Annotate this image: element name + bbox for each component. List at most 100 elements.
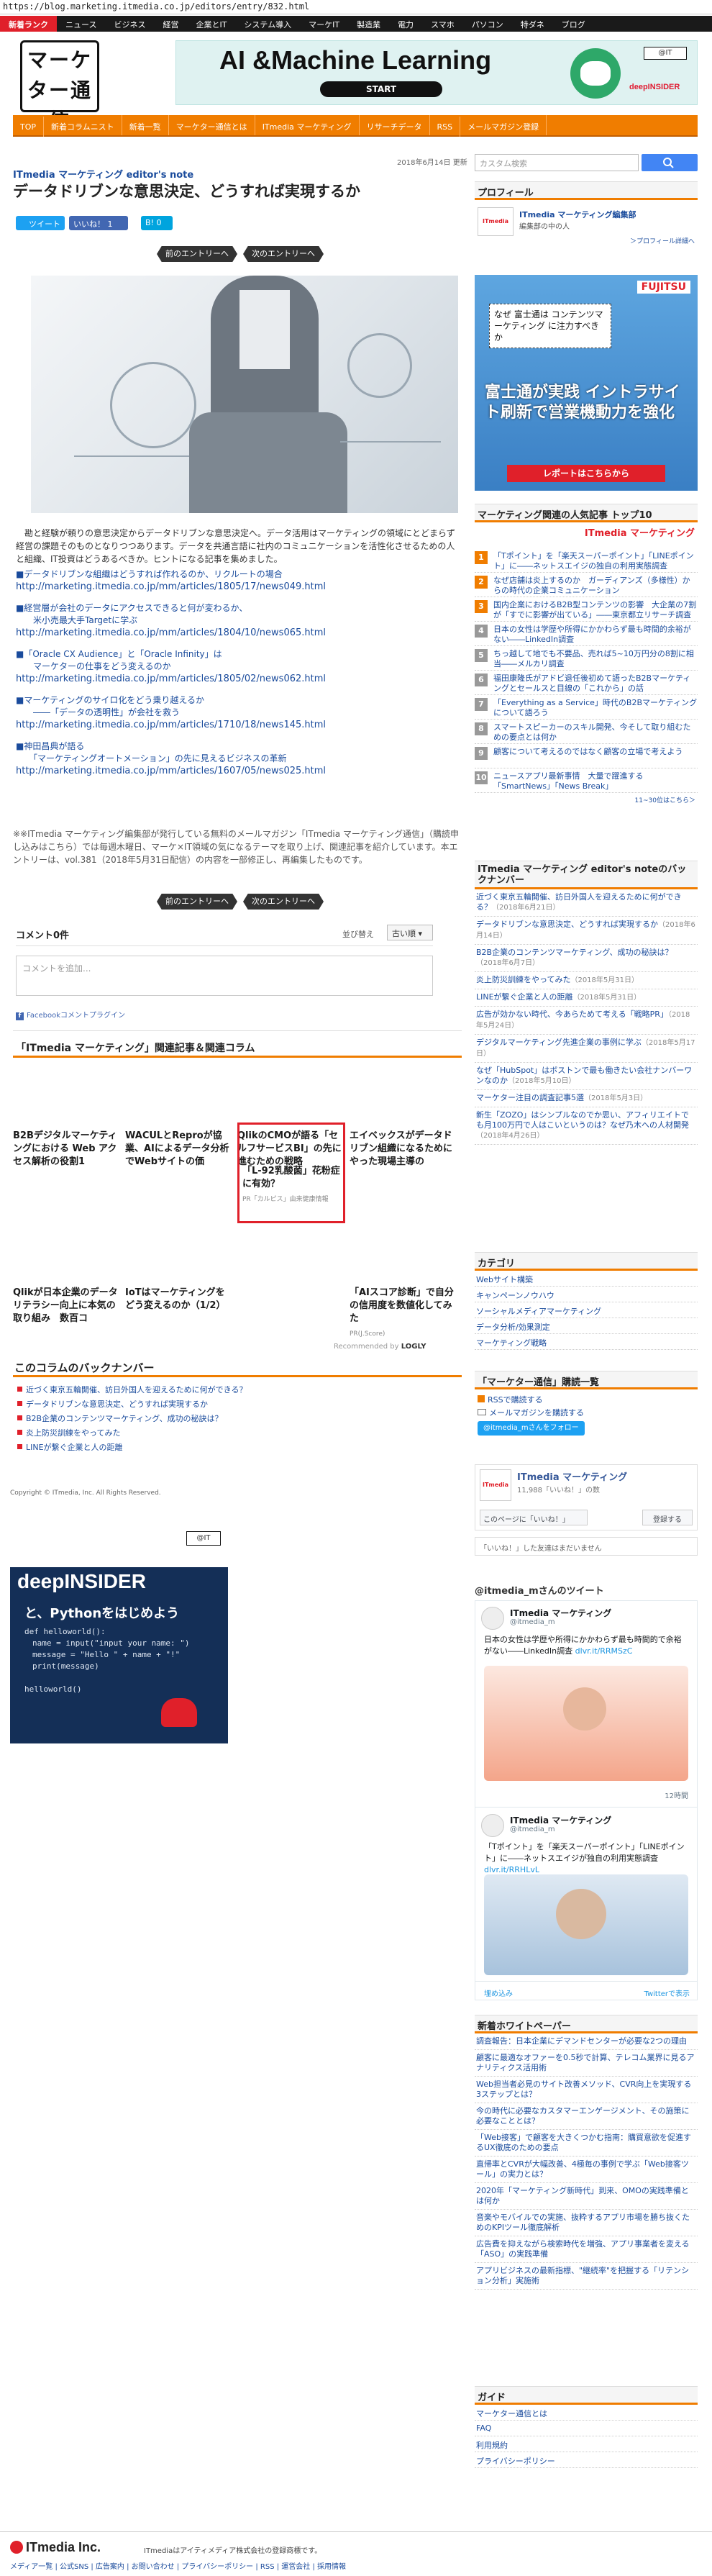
- guide-item[interactable]: FAQ: [475, 2421, 698, 2436]
- top-nav-item[interactable]: 新着ランク: [0, 16, 57, 32]
- sidebar-backnumber-item[interactable]: 近づく東京五輪開催、訪日外国人を迎えるために何ができる？（2018年6月21日）: [475, 889, 698, 917]
- top-nav-item[interactable]: ブログ: [553, 16, 594, 32]
- rss-link[interactable]: RSSで購読する: [478, 1394, 695, 1407]
- search-button[interactable]: [642, 154, 698, 171]
- main-nav-item[interactable]: TOP: [13, 117, 45, 137]
- article-link-url[interactable]: http://marketing.itmedia.co.jp/mm/articl…: [16, 719, 462, 732]
- sidebar-backnumber-item[interactable]: 広告が効かない時代、今あらためて考える「戦略PR」（2018年5月24日）: [475, 1007, 698, 1035]
- related-card[interactable]: Qlikが日本企業のデータリテラシー向上に本気の取り組み 数百コ: [13, 1287, 121, 1366]
- column-breadcrumb[interactable]: ITmedia マーケティング editor's note: [13, 167, 193, 181]
- tweet-button[interactable]: ツイート: [16, 216, 65, 230]
- related-card[interactable]: 「L-92乳酸菌」花粉症に有効？ PR「カルピス」由来健康情報: [237, 1123, 345, 1223]
- banner-ad[interactable]: AI &Machine Learning START @IT deepINSID…: [175, 40, 698, 105]
- whitepaper-item[interactable]: 広告費を抑えながら検索時代を増強、アプリ事業者を変える「ASO」の実践準備: [475, 2236, 698, 2263]
- ranking-more-link[interactable]: 11~30位はこちら＞: [475, 793, 698, 807]
- whitepaper-item[interactable]: アプリビジネスの最新指標、"継続率"を把握する「リテンション分析」実施術: [475, 2263, 698, 2290]
- category-item[interactable]: キャンペーンノウハウ: [475, 1287, 698, 1302]
- guide-item[interactable]: プライバシーポリシー: [475, 2452, 698, 2468]
- comment-input[interactable]: コメントを追加...: [16, 956, 433, 996]
- ranking-item[interactable]: 10 ニュースアプリ最新事情 大量で躍進する「SmartNews」「News Br…: [475, 768, 698, 793]
- facebook-plugin-label[interactable]: f Facebookコメントプラグイン: [16, 1009, 125, 1020]
- banner-start-button[interactable]: START: [320, 81, 442, 97]
- sidebar-backnumber-item[interactable]: LINEが繋ぐ企業と人の距離（2018年5月31日）: [475, 989, 698, 1007]
- fujitsu-ad[interactable]: FUJITSU なぜ 富士通は コンテンツマーケティング に注力すべきか 富士通…: [475, 275, 698, 491]
- tweet-time[interactable]: 12時間: [665, 1790, 688, 1800]
- sidebar-backnumber-item[interactable]: デジタルマーケティング先進企業の事例に学ぶ（2018年5月17日）: [475, 1035, 698, 1063]
- next-entry-button[interactable]: 次のエントリーへ: [243, 246, 324, 262]
- guide-item[interactable]: 利用規約: [475, 2436, 698, 2452]
- top-nav-item[interactable]: パソコン: [463, 16, 512, 32]
- ranking-item[interactable]: 6 福田康隆氏がアドビ退任後初めて語ったB2Bマーケティングとセールスと目線の「こ…: [475, 671, 698, 695]
- category-item[interactable]: データ分析/効果測定: [475, 1318, 698, 1334]
- top-nav-item[interactable]: マーケIT: [300, 16, 348, 32]
- guide-item[interactable]: マーケター通信とは: [475, 2405, 698, 2421]
- top-nav-item[interactable]: 企業とIT: [187, 16, 235, 32]
- main-nav-item[interactable]: リサーチデータ: [360, 115, 430, 135]
- top-nav-item[interactable]: スマホ: [422, 16, 463, 32]
- tweet-link[interactable]: dlvr.it/RRMSzC: [575, 1646, 633, 1656]
- ranking-item[interactable]: 3 国内企業におけるB2B型コンテンツの影響 大企業の7割が「すでに影響が出ている…: [475, 597, 698, 622]
- hatena-bookmark-button[interactable]: B! 0: [141, 216, 173, 230]
- tweet-view-link[interactable]: Twitterで表示: [644, 1987, 690, 1998]
- related-card[interactable]: エイベックスがデータドリブン組織になるためにやった現場主導の: [350, 1130, 457, 1192]
- main-nav-item[interactable]: 新着コラムニスト: [44, 115, 122, 135]
- related-card[interactable]: B2Bデジタルマーケティングにおける Web アクセス解析の役割1: [13, 1130, 121, 1192]
- ranking-item[interactable]: 5 ちっ越して地でも不要品、売れば5~10万円分の8割に相当――メルカリ調査: [475, 646, 698, 671]
- whitepaper-item[interactable]: 直帰率とCVRが大幅改善、4極毎の事例で学ぶ「Web接客ツール」の実力とは？: [475, 2157, 698, 2183]
- category-item[interactable]: ソーシャルメディアマーケティング: [475, 1302, 698, 1318]
- article-link-url[interactable]: http://marketing.itmedia.co.jp/mm/articl…: [16, 765, 462, 778]
- logly-logo[interactable]: LOGLY: [401, 1343, 426, 1351]
- article-link-url[interactable]: http://marketing.itmedia.co.jp/mm/articl…: [16, 581, 462, 594]
- site-logo[interactable]: マーケター通信: [20, 40, 99, 132]
- sidebar-backnumber-item[interactable]: 炎上防災訓練をやってみた（2018年5月31日）: [475, 972, 698, 989]
- tweet-embed-link[interactable]: 埋め込み: [484, 1987, 513, 1998]
- category-item[interactable]: Webサイト構築: [475, 1271, 698, 1287]
- tweet-author-2[interactable]: ITmedia マーケティング: [510, 1814, 611, 1826]
- ranking-item[interactable]: 2 なぜ店舗は炎上するのか ガーディアンズ（多様性）からの時代の企業コミュニケーシ…: [475, 573, 698, 597]
- top-nav-item[interactable]: 製造業: [348, 16, 389, 32]
- backnumber-item[interactable]: B2B企業のコンテンツマーケティング、成功の秘訣は？: [16, 1410, 447, 1425]
- profile-name[interactable]: ITmedia マーケティング編集部: [519, 209, 636, 220]
- top-nav-item[interactable]: 経営: [154, 16, 187, 32]
- fb-page-name[interactable]: ITmedia マーケティング: [517, 1469, 627, 1483]
- backnumber-item[interactable]: 炎上防災訓練をやってみた: [16, 1425, 447, 1439]
- tweet-link-2[interactable]: dlvr.it/RRHLvL: [484, 1865, 539, 1874]
- ranking-item[interactable]: 1 「Tポイント」を「楽天スーパーポイント」「LINEポイント」に――ネットスエイ…: [475, 548, 698, 573]
- search-input[interactable]: カスタム検索: [475, 154, 639, 171]
- footer-logo[interactable]: ITmedia Inc.: [10, 2540, 111, 2556]
- main-nav-item[interactable]: 新着一覧: [122, 115, 169, 135]
- ranking-item[interactable]: 9 顧客について考えるのではなく顧客の立場で考えよう: [475, 744, 698, 768]
- main-nav-item[interactable]: メールマガジン登録: [460, 115, 547, 135]
- whitepaper-item[interactable]: Web担当者必見のサイト改善メソッド、CVR向上を実現する3ステップとは？: [475, 2077, 698, 2103]
- ranking-item[interactable]: 8 スマートスピーカーのスキル開発、今そして取り組むための要点とは何か: [475, 720, 698, 744]
- whitepaper-item[interactable]: 2020年「マーケティング新時代」到来、OMOの実践準備とは何か: [475, 2183, 698, 2210]
- sidebar-backnumber-item[interactable]: マーケター注目の調査記事5選（2018年5月3日）: [475, 1090, 698, 1107]
- profile-link[interactable]: ＞プロフィール詳細へ: [630, 236, 695, 245]
- category-item[interactable]: マーケティング戦略: [475, 1334, 698, 1350]
- next-entry-button-bottom[interactable]: 次のエントリーへ: [243, 894, 324, 910]
- address-bar[interactable]: https://blog.marketing.itmedia.co.jp/edi…: [0, 0, 712, 14]
- main-nav-item[interactable]: ITmedia マーケティング: [255, 115, 360, 135]
- article-link-url[interactable]: http://marketing.itmedia.co.jp/mm/articl…: [16, 627, 462, 640]
- twitter-timeline[interactable]: ITmedia マーケティング @itmedia_m 日本の女性は学歴や所得にか…: [475, 1600, 698, 2000]
- whitepaper-item[interactable]: 顧客に最適なオファーを0.5秒で計算、テレコム業界に見るアナリティクス活用術: [475, 2050, 698, 2077]
- top-nav-item[interactable]: ビジネス: [105, 16, 154, 32]
- whitepaper-item[interactable]: 今の時代に必要なカスタマーエンゲージメント、その施策に必要なこととは？: [475, 2103, 698, 2130]
- fb-like-page-button[interactable]: このページに「いいね！」: [480, 1510, 588, 1525]
- sort-select[interactable]: 古い順 ▾: [387, 925, 433, 940]
- whitepaper-item[interactable]: 音楽やモバイルでの実施、抜粋するアプリ市場を勝ち抜くためのKPIツール徹底解析: [475, 2210, 698, 2236]
- sidebar-backnumber-item[interactable]: 新生「ZOZO」はシンプルなのでか思い、アフィリエイトでも月100万円で人はこい…: [475, 1107, 698, 1145]
- top-nav-item[interactable]: ニュース: [57, 16, 105, 32]
- whitepaper-item[interactable]: 「Web接客」で顧客を大きくつかむ指南：購買意欲を促進するUX徹底のための要点: [475, 2130, 698, 2157]
- main-nav-item[interactable]: RSS: [430, 117, 461, 137]
- tweet-author[interactable]: ITmedia マーケティング: [510, 1607, 611, 1619]
- related-card[interactable]: WACULとReproが協業、AIによるデータ分析でWebサイトの価: [125, 1130, 233, 1192]
- facebook-like-button[interactable]: いいね！ 1: [69, 216, 128, 230]
- sidebar-backnumber-item[interactable]: データドリブンな意思決定、どうすれば実現するか（2018年6月14日）: [475, 917, 698, 945]
- sidebar-backnumber-item[interactable]: なぜ「HubSpot」はボストンで最も働きたい会社ナンバーワンなのか（2018年…: [475, 1063, 698, 1090]
- twitter-follow-button[interactable]: @itmedia_mさんをフォロー: [478, 1421, 585, 1436]
- article-link-url[interactable]: http://marketing.itmedia.co.jp/mm/articl…: [16, 673, 462, 686]
- sidebar-backnumber-item[interactable]: B2B企業のコンテンツマーケティング、成功の秘訣は？ （2018年6月7日）: [475, 945, 698, 972]
- prev-entry-button[interactable]: 前のエントリーへ: [157, 246, 237, 262]
- related-card[interactable]: IoTはマーケティングをどう変えるのか（1/2）: [125, 1287, 233, 1366]
